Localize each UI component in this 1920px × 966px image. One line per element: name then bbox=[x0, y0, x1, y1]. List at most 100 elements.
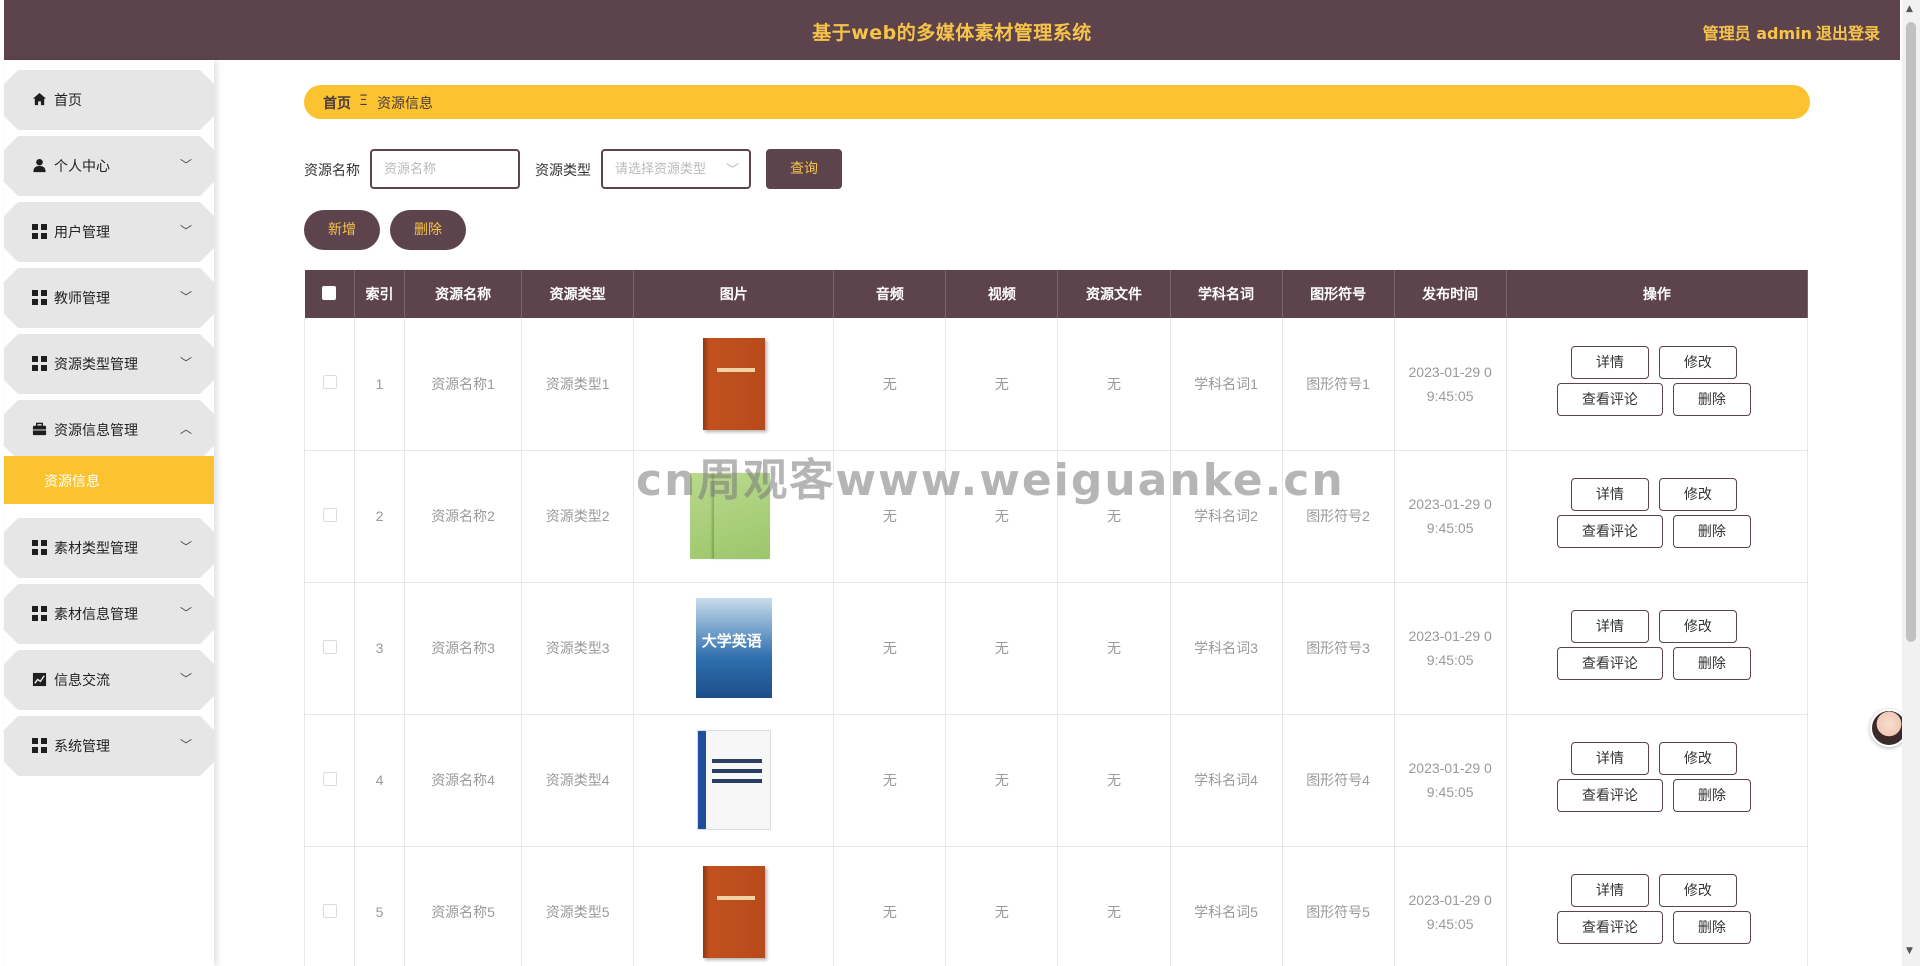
sidebar-item-material-types[interactable]: 素材类型管理 ﹀ bbox=[4, 518, 214, 578]
column-header: 音频 bbox=[833, 270, 947, 318]
edit-button[interactable]: 修改 bbox=[1658, 874, 1737, 907]
sidebar-item-forum[interactable]: 信息交流 ﹀ bbox=[4, 650, 214, 710]
cell-video: 无 bbox=[945, 714, 1059, 847]
edit-button[interactable]: 修改 bbox=[1658, 478, 1737, 511]
detail-button[interactable]: 详情 bbox=[1570, 345, 1649, 379]
chevron-down-icon: ﹀ bbox=[179, 158, 192, 172]
cell-audio: 无 bbox=[833, 582, 947, 715]
query-button[interactable]: 查询 bbox=[766, 149, 842, 189]
select-all-cell bbox=[304, 270, 356, 318]
row-checkbox[interactable] bbox=[322, 903, 337, 918]
sidebar-item-material-info[interactable]: 素材信息管理 ﹀ bbox=[4, 584, 214, 644]
cell-image bbox=[633, 846, 835, 966]
table-row: 2 资源名称2 资源类型2 无 无 无 学科名词2 图形符号2 2023-01-… bbox=[303, 450, 1809, 583]
time-line: 2023-01-29 0 bbox=[1408, 628, 1492, 644]
search-type-label: 资源类型 bbox=[535, 163, 591, 179]
sidebar-item-users[interactable]: 用户管理 ﹀ bbox=[4, 202, 214, 262]
sidebar-item-home[interactable]: 首页 bbox=[4, 70, 214, 130]
delete-button[interactable]: 删除 bbox=[1672, 911, 1751, 944]
book-cover-image bbox=[702, 866, 765, 958]
column-header: 资源文件 bbox=[1057, 270, 1171, 318]
sidebar-item-label: 首页 bbox=[54, 93, 82, 109]
row-actions: 详情 修改 查看评论 删除 bbox=[1507, 742, 1807, 818]
row-checkbox[interactable] bbox=[322, 771, 337, 786]
cell-name: 资源名称3 bbox=[404, 582, 523, 715]
cell-index: 3 bbox=[354, 582, 406, 715]
select-all-checkbox[interactable] bbox=[322, 285, 337, 300]
chevron-down-icon: ﹀ bbox=[179, 224, 192, 238]
sidebar-item-label: 素材类型管理 bbox=[54, 541, 138, 557]
delete-button[interactable]: 删除 bbox=[1672, 382, 1751, 416]
grid-icon bbox=[32, 290, 47, 305]
column-header: 图形符号 bbox=[1282, 270, 1395, 318]
table-row: 1 资源名称1 资源类型1 无 无 无 学科名词1 图形符号1 2023-01-… bbox=[303, 318, 1809, 451]
cell-actions: 详情 修改 查看评论 删除 bbox=[1506, 450, 1809, 583]
cell-file: 无 bbox=[1057, 714, 1171, 847]
view-comments-button[interactable]: 查看评论 bbox=[1556, 382, 1663, 416]
scroll-up-icon[interactable]: ▲ bbox=[1906, 4, 1913, 14]
detail-button[interactable]: 详情 bbox=[1570, 742, 1649, 775]
cell-type: 资源类型5 bbox=[521, 846, 635, 966]
grid-icon bbox=[32, 356, 47, 371]
cell-time: 2023-01-29 0 9:45:05 bbox=[1394, 582, 1507, 715]
row-checkbox[interactable] bbox=[322, 507, 337, 522]
sidebar-item-teachers[interactable]: 教师管理 ﹀ bbox=[4, 268, 214, 328]
logout-link[interactable]: 退出登录 bbox=[1816, 20, 1880, 44]
sidebar-item-profile[interactable]: 个人中心 ﹀ bbox=[4, 136, 214, 196]
delete-button[interactable]: 删除 bbox=[1672, 779, 1751, 812]
row-checkbox[interactable] bbox=[322, 639, 337, 654]
time-line: 9:45:05 bbox=[1426, 387, 1474, 404]
chevron-up-icon: ︿ bbox=[179, 422, 192, 436]
time-line: 2023-01-29 0 bbox=[1408, 892, 1492, 908]
breadcrumb-home[interactable]: 首页 bbox=[323, 93, 351, 113]
column-header: 图片 bbox=[633, 270, 835, 318]
row-checkbox[interactable] bbox=[322, 375, 337, 390]
detail-button[interactable]: 详情 bbox=[1570, 478, 1649, 511]
sidebar-subitem-label: 资源信息 bbox=[44, 474, 100, 490]
cell-index: 1 bbox=[354, 318, 406, 451]
sidebar-subitem-resource-info[interactable]: 资源信息 bbox=[4, 456, 214, 504]
cell-type: 资源类型1 bbox=[521, 318, 635, 451]
chevron-down-icon: ﹀ bbox=[725, 162, 739, 177]
sidebar-item-system[interactable]: 系统管理 ﹀ bbox=[4, 716, 214, 776]
cell-video: 无 bbox=[945, 318, 1059, 451]
cell-time: 2023-01-29 0 9:45:05 bbox=[1394, 450, 1507, 583]
view-comments-button[interactable]: 查看评论 bbox=[1556, 779, 1663, 812]
column-header: 学科名词 bbox=[1170, 270, 1283, 318]
sidebar-item-resource-types[interactable]: 资源类型管理 ﹀ bbox=[4, 334, 214, 394]
add-button[interactable]: 新增 bbox=[304, 210, 380, 250]
edit-button[interactable]: 修改 bbox=[1658, 610, 1737, 643]
cell-type: 资源类型3 bbox=[521, 582, 635, 715]
cell-audio: 无 bbox=[833, 714, 947, 847]
cell-file: 无 bbox=[1057, 318, 1171, 451]
time-line: 9:45:05 bbox=[1426, 520, 1474, 536]
cell-type: 资源类型4 bbox=[521, 714, 635, 847]
delete-button[interactable]: 删除 bbox=[1672, 515, 1751, 548]
detail-button[interactable]: 详情 bbox=[1570, 610, 1649, 643]
sidebar-item-resource-info[interactable]: 资源信息管理 ︿ bbox=[4, 400, 214, 460]
cell-type: 资源类型2 bbox=[521, 450, 635, 583]
batch-delete-button[interactable]: 删除 bbox=[390, 210, 466, 250]
cell-time: 2023-01-29 0 9:45:05 bbox=[1394, 846, 1507, 966]
column-header: 视频 bbox=[945, 270, 1059, 318]
detail-button[interactable]: 详情 bbox=[1570, 874, 1649, 907]
breadcrumb-current: 资源信息 bbox=[377, 96, 433, 112]
edit-button[interactable]: 修改 bbox=[1658, 742, 1737, 775]
cell-symbol: 图形符号4 bbox=[1282, 714, 1395, 847]
table-row: 4 资源名称4 资源类型4 无 无 无 学科名词4 图形符号4 2023-01-… bbox=[303, 714, 1809, 847]
grid-icon bbox=[32, 224, 47, 239]
view-comments-button[interactable]: 查看评论 bbox=[1556, 647, 1663, 680]
sidebar-item-label: 信息交流 bbox=[54, 673, 110, 689]
view-comments-button[interactable]: 查看评论 bbox=[1556, 515, 1663, 548]
delete-button[interactable]: 删除 bbox=[1672, 647, 1751, 680]
search-name-input[interactable]: 资源名称 bbox=[370, 149, 520, 189]
edit-button[interactable]: 修改 bbox=[1658, 345, 1737, 379]
cell-name: 资源名称1 bbox=[404, 318, 523, 451]
scroll-down-icon[interactable]: ▼ bbox=[1906, 946, 1913, 956]
view-comments-button[interactable]: 查看评论 bbox=[1556, 911, 1663, 944]
cell-symbol: 图形符号5 bbox=[1282, 846, 1395, 966]
search-name-label: 资源名称 bbox=[304, 163, 360, 179]
search-type-select[interactable]: 请选择资源类型 ﹀ bbox=[601, 149, 751, 189]
scrollbar-thumb[interactable] bbox=[1906, 22, 1916, 642]
cell-video: 无 bbox=[945, 846, 1059, 966]
